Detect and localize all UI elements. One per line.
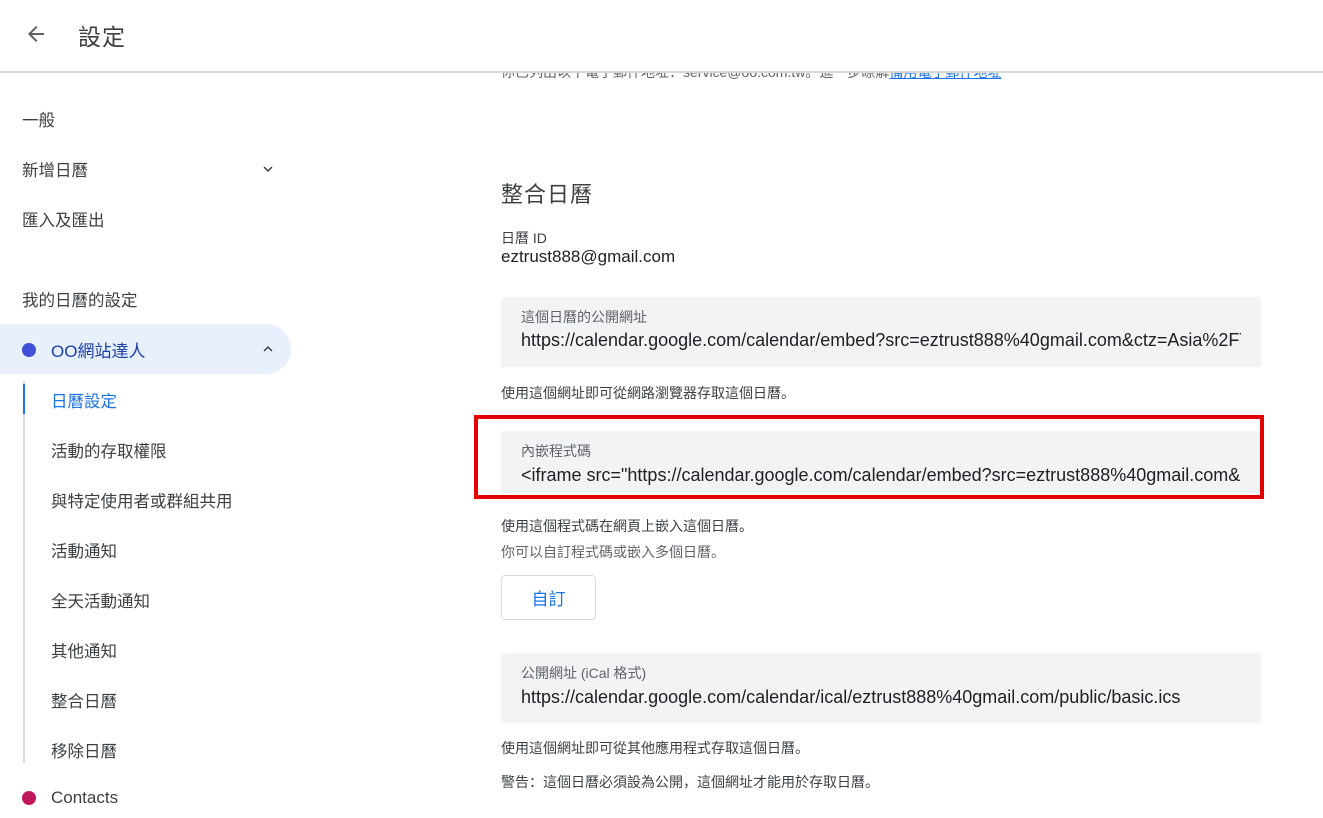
ical-note: 使用這個網址即可從其他應用程式存取這個日曆。 <box>501 740 809 756</box>
calendar-id-label: 日曆 ID <box>501 230 547 246</box>
chevron-down-icon[interactable] <box>258 159 278 179</box>
page-title: 設定 <box>78 24 126 50</box>
calendar-name: OO網站達人 <box>51 342 146 361</box>
sidebar-calendar-oo[interactable]: OO網站達人 <box>0 324 291 374</box>
sidebar-calendar-contacts[interactable]: Contacts <box>0 778 291 818</box>
sidebar-item-other-notifications[interactable]: 其他通知 <box>51 638 117 662</box>
ical-url-label: 公開網址 (iCal 格式) <box>521 665 647 681</box>
ical-url-field[interactable]: 公開網址 (iCal 格式) https://calendar.google.c… <box>501 653 1261 723</box>
embed-code-highlight-box <box>474 415 1264 499</box>
sidebar-item-import-export[interactable]: 匯入及匯出 <box>22 207 105 231</box>
public-url-label: 這個日曆的公開網址 <box>521 309 647 325</box>
embed-note: 使用這個程式碼在網頁上嵌入這個日曆。 <box>501 518 753 534</box>
sidebar-item-remove-calendar[interactable]: 移除日曆 <box>51 738 117 762</box>
contacts-name: Contacts <box>51 788 119 807</box>
active-item-indicator <box>23 384 25 414</box>
sidebar-item-general[interactable]: 一般 <box>22 107 55 131</box>
settings-sidebar: 一般 新增日曆 匯入及匯出 我的日曆的設定 OO網站達人 日曆設定 活動的存取權… <box>0 73 300 818</box>
calendar-id-value[interactable]: eztrust888@gmail.com <box>501 247 675 267</box>
arrow-back-icon <box>28 26 44 42</box>
customize-button[interactable]: 自訂 <box>501 575 596 620</box>
sidebar-item-calendar-settings[interactable]: 日曆設定 <box>51 388 117 412</box>
public-url-value[interactable]: https://calendar.google.com/calendar/emb… <box>521 330 1241 351</box>
contacts-color-dot <box>22 791 36 805</box>
sidebar-item-event-notifications[interactable]: 活動通知 <box>51 538 117 562</box>
calendar-color-dot <box>22 343 36 357</box>
sidebar-item-all-day-notifications[interactable]: 全天活動通知 <box>51 588 150 612</box>
sub-items-guide-line <box>23 381 25 763</box>
section-title: 整合日曆 <box>501 182 594 207</box>
embed-customize-hint: 你可以自訂程式碼或嵌入多個日曆。 <box>501 544 725 560</box>
top-bar: 設定 <box>0 0 1323 73</box>
chevron-up-icon[interactable] <box>258 339 278 359</box>
sidebar-item-add-calendar[interactable]: 新增日曆 <box>22 157 88 181</box>
back-button[interactable] <box>16 14 56 54</box>
public-url-field[interactable]: 這個日曆的公開網址 https://calendar.google.com/ca… <box>501 297 1261 367</box>
public-url-note: 使用這個網址即可從網路瀏覽器存取這個日曆。 <box>501 385 795 401</box>
my-calendars-heading: 我的日曆的設定 <box>22 292 138 310</box>
ical-warning: 警告：這個日曆必須設為公開，這個網址才能用於存取日曆。 <box>501 774 879 790</box>
sidebar-item-share-with-people[interactable]: 與特定使用者或群組共用 <box>51 488 233 512</box>
ical-url-value[interactable]: https://calendar.google.com/calendar/ica… <box>521 687 1241 708</box>
sidebar-item-event-access[interactable]: 活動的存取權限 <box>51 438 167 462</box>
sidebar-item-integrate-calendar[interactable]: 整合日曆 <box>51 688 117 712</box>
